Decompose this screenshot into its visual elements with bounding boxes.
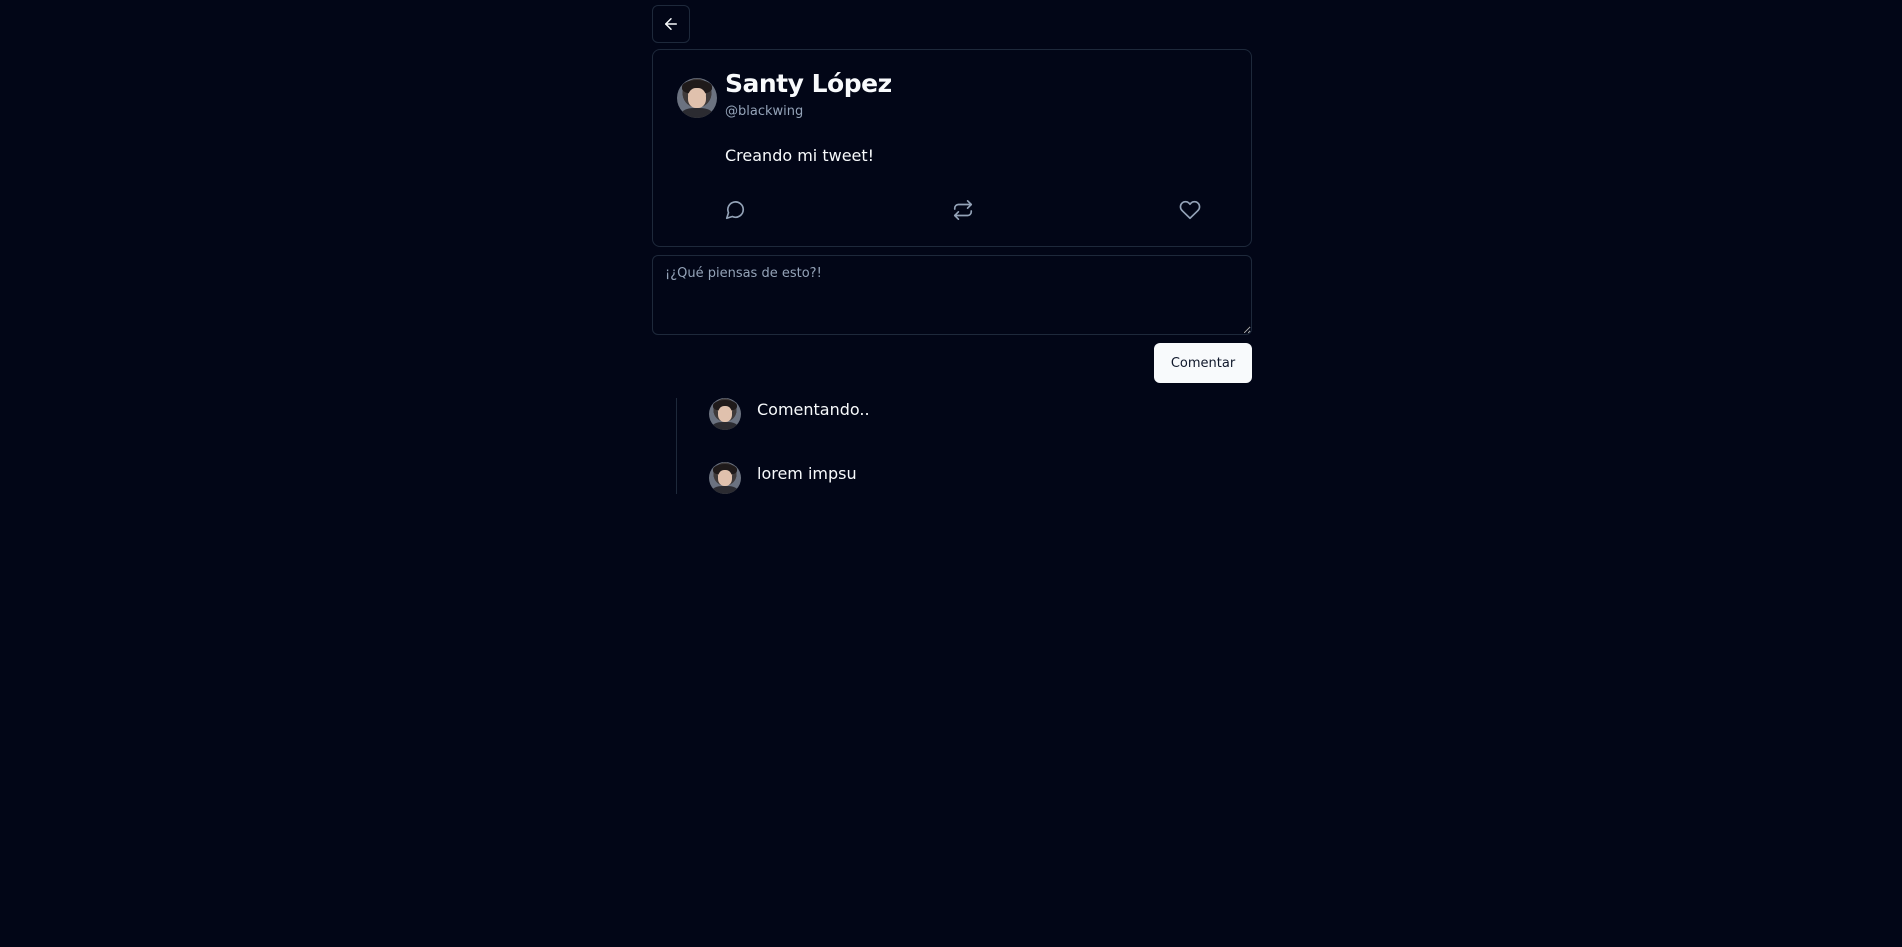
comment-button[interactable] <box>723 198 747 222</box>
arrow-left-icon <box>665 18 677 30</box>
retweet-button[interactable] <box>951 198 975 222</box>
comment-avatar[interactable] <box>709 398 741 430</box>
comments-list: Comentando.. lorem impsu <box>676 398 1253 494</box>
comment-avatar[interactable] <box>709 462 741 494</box>
comment-text: Comentando.. <box>757 400 870 419</box>
tweet-card: Santy López @blackwing Creando mi tweet! <box>652 49 1252 247</box>
heart-icon <box>1179 200 1201 220</box>
comment-item: lorem impsu <box>677 462 1237 496</box>
comment-icon <box>725 201 745 220</box>
like-button[interactable] <box>1178 198 1202 222</box>
comment-text: lorem impsu <box>757 464 857 483</box>
author-name[interactable]: Santy López <box>725 69 892 98</box>
submit-comment-button[interactable]: Comentar <box>1154 343 1252 383</box>
comment-input[interactable] <box>652 255 1252 335</box>
back-button[interactable] <box>652 5 690 43</box>
retweet-icon <box>953 200 973 220</box>
tweet-content: Creando mi tweet! <box>725 146 875 165</box>
avatar[interactable] <box>677 78 717 118</box>
author-handle[interactable]: @blackwing <box>725 104 803 119</box>
comment-item: Comentando.. <box>677 398 1237 432</box>
